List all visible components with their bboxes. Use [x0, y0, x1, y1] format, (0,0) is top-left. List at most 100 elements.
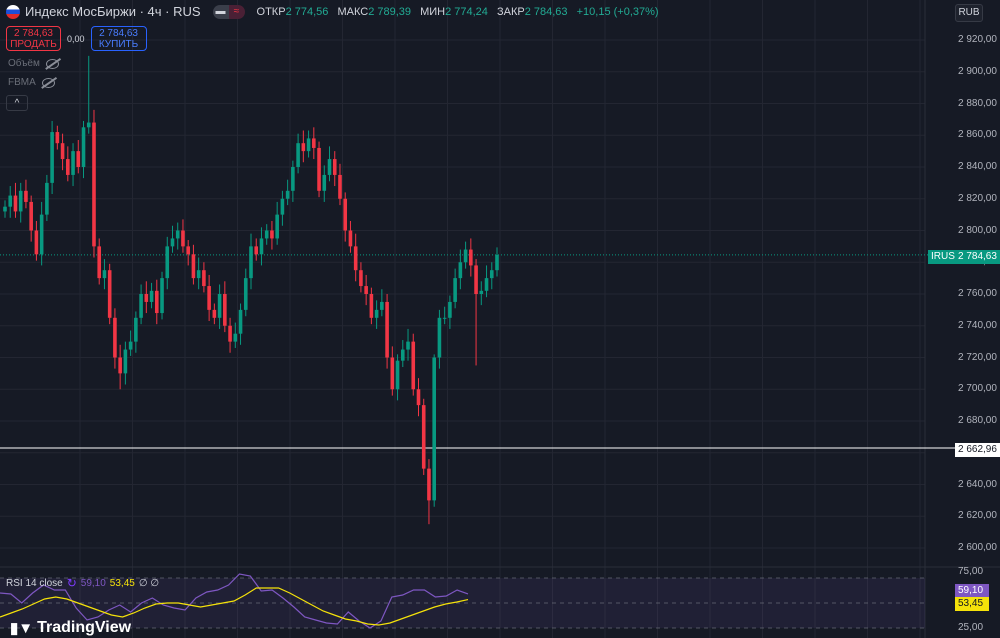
tradingview-logo[interactable]: ▮▼ TradingView	[10, 619, 131, 637]
candle-body	[332, 159, 337, 175]
rsi-value: 59,10	[80, 577, 106, 589]
price-chart[interactable]	[0, 0, 1000, 638]
last-price-label: 2 784,63	[955, 250, 1000, 264]
candle-body	[280, 198, 285, 215]
price-tick: 2 920,00	[958, 34, 997, 45]
collapse-button[interactable]: ^	[6, 95, 28, 111]
sell-button[interactable]: 2 784,63 ПРОДАТЬ	[6, 26, 61, 51]
candle-body	[338, 174, 342, 199]
candle-body	[458, 262, 463, 279]
symbol-title[interactable]: Индекс МосБиржи · 4ч · RUS	[25, 4, 201, 19]
candle-body	[275, 214, 279, 239]
price-tick: 2 800,00	[958, 224, 997, 236]
candle-body	[484, 278, 489, 291]
candle-body	[374, 309, 379, 318]
refresh-icon[interactable]: ↻	[67, 576, 77, 590]
candle-body	[128, 341, 133, 350]
candle-body	[60, 143, 65, 160]
candle-body	[55, 132, 60, 144]
candle-body	[254, 246, 259, 255]
candle-body	[448, 301, 452, 318]
price-tick: 2 860,00	[958, 129, 997, 141]
price-tick: 2 760,00	[958, 288, 997, 299]
candle-body	[479, 290, 484, 294]
price-tick: 2 700,00	[958, 383, 997, 395]
candle-body	[13, 195, 18, 212]
candle-body	[432, 357, 436, 501]
candle-body	[212, 309, 217, 318]
candle-body	[270, 230, 274, 239]
candle-body	[348, 230, 353, 247]
rsi-legend[interactable]: RSI 14 close ↻ 59,10 53,45 ∅ ∅	[6, 576, 159, 590]
candle-body	[18, 190, 23, 212]
candle-body	[421, 405, 426, 469]
candle-body	[322, 174, 327, 191]
candle-body	[463, 249, 468, 263]
price-tick: 2 740,00	[958, 319, 997, 331]
price-tick: 2 680,00	[958, 415, 997, 426]
ohlc-values: ОТКР2 774,56 МАКС2 789,39 МИН2 774,24 ЗА…	[256, 5, 659, 18]
indicator-fbma[interactable]: FBMA	[8, 77, 55, 88]
spread: 0,00	[67, 33, 85, 44]
eye-hidden-icon[interactable]	[41, 77, 55, 88]
candle-body	[223, 294, 227, 326]
candle-body	[489, 270, 494, 279]
candle-body	[437, 317, 442, 358]
candle-body	[217, 294, 222, 318]
candle-body	[207, 286, 211, 310]
candle-body	[24, 190, 28, 202]
candle-body	[139, 294, 143, 318]
eye-hidden-icon[interactable]	[45, 58, 59, 69]
symbol-price-label: IRUS	[928, 250, 958, 264]
candle-body	[113, 317, 117, 358]
candle-body	[118, 357, 122, 374]
price-tick: 2 840,00	[958, 161, 997, 172]
price-tick: 2 880,00	[958, 97, 997, 109]
candle-body	[144, 294, 149, 302]
candle-body	[416, 389, 421, 406]
candle-body	[359, 270, 363, 287]
rsi-label: RSI 14 close	[6, 577, 63, 589]
symbol-header: Индекс МосБиржи · 4ч · RUS ▬ ≈ ОТКР2 774,…	[6, 4, 665, 19]
candle-body	[39, 214, 44, 255]
price-tick: 2 620,00	[958, 510, 997, 522]
candle-body	[165, 246, 170, 279]
tv-logo-icon: ▮▼	[10, 620, 34, 637]
candle-body	[317, 147, 321, 191]
candle-body	[296, 143, 300, 167]
candle-body	[495, 254, 499, 271]
candle-body	[411, 341, 416, 390]
candle-body	[149, 290, 154, 302]
candle-body	[380, 301, 384, 310]
candle-body	[181, 230, 185, 247]
candle-body	[202, 270, 206, 287]
candle-body	[400, 349, 405, 361]
approx-icon[interactable]: ≈	[228, 4, 245, 19]
price-tick: 2 900,00	[958, 65, 997, 77]
candle-body	[71, 151, 75, 175]
trade-panel: 2 784,63 ПРОДАТЬ 0,00 2 784,63 КУПИТЬ	[6, 26, 147, 51]
candle-body	[301, 143, 306, 152]
candle-body	[191, 254, 196, 279]
chart-mode-toggle[interactable]: ▬ ≈	[212, 4, 245, 19]
candle-body	[249, 246, 253, 279]
candle-body	[442, 317, 447, 319]
price-tick: 2 720,00	[958, 351, 997, 363]
indicator-volume[interactable]: Объём	[8, 58, 59, 69]
currency-button[interactable]: RUB	[955, 4, 983, 22]
price-change: +10,15 (+0,37%)	[576, 5, 659, 18]
candle-body	[364, 286, 368, 294]
candle-body	[453, 278, 457, 302]
candle-body	[395, 360, 400, 390]
candle-body	[343, 198, 348, 231]
price-tick: 2 820,00	[958, 192, 997, 204]
candle-body	[291, 167, 295, 191]
candle-body	[427, 468, 431, 501]
candle-body	[243, 278, 248, 310]
candle-body	[97, 246, 102, 279]
buy-button[interactable]: 2 784,63 КУПИТЬ	[90, 26, 147, 51]
candle-body	[8, 195, 13, 207]
minus-icon[interactable]: ▬	[212, 4, 229, 19]
candle-body	[306, 138, 311, 152]
candle-body	[123, 349, 128, 374]
